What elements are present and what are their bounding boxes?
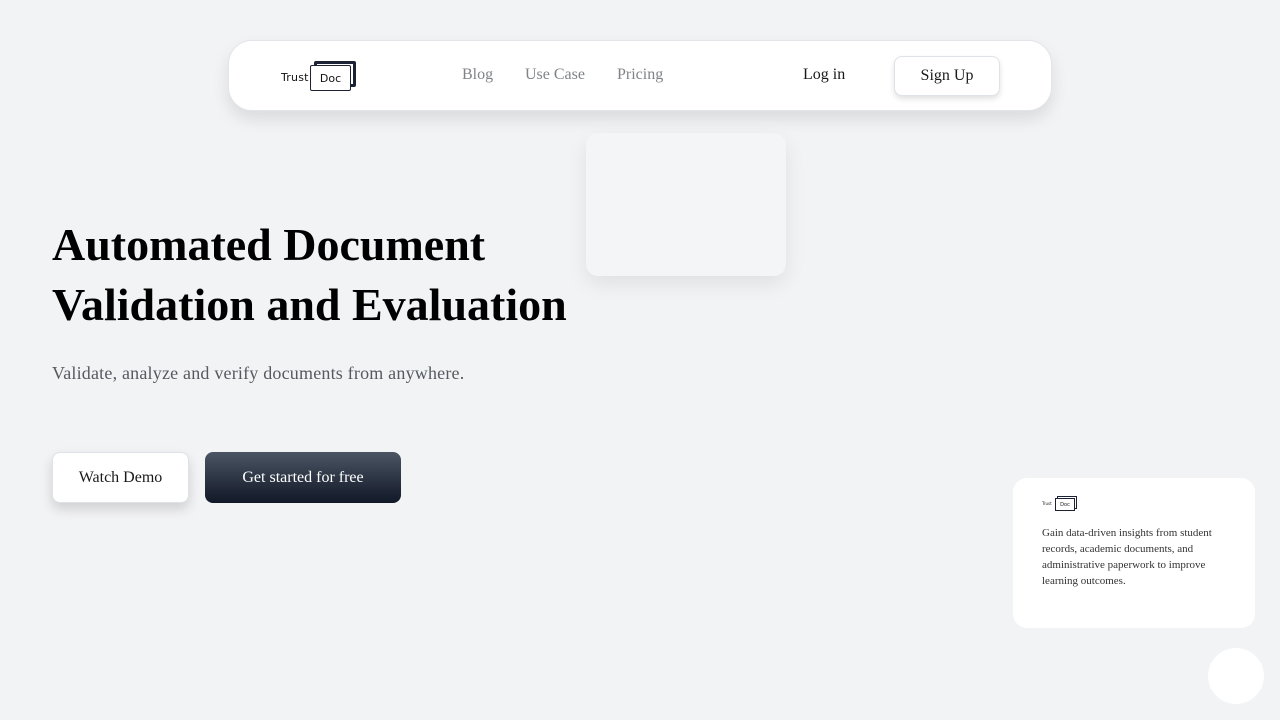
info-card-text: Gain data-driven insights from student r… bbox=[1042, 527, 1212, 587]
hero-subtitle: Validate, analyze and verify documents f… bbox=[52, 363, 465, 383]
signup-button[interactable]: Sign Up bbox=[894, 56, 1000, 96]
logo-text: Trust bbox=[281, 71, 309, 84]
navbar: Trust Doc Blog Use Case Pricing Log in S… bbox=[228, 40, 1052, 111]
info-card-logo: Trust Doc bbox=[1042, 496, 1082, 512]
watch-demo-button[interactable]: Watch Demo bbox=[52, 452, 189, 503]
info-card-logo-text: Trust bbox=[1042, 501, 1052, 506]
info-card: Trust Doc Gain data-driven insights from… bbox=[1013, 478, 1255, 628]
media-placeholder-card bbox=[586, 133, 786, 276]
nav-link-blog[interactable]: Blog bbox=[462, 66, 493, 84]
nav-link-use-case[interactable]: Use Case bbox=[525, 66, 585, 84]
get-started-button[interactable]: Get started for free bbox=[205, 452, 401, 503]
trustdoc-logo[interactable]: Trust Doc bbox=[281, 61, 361, 93]
login-link[interactable]: Log in bbox=[803, 66, 845, 84]
info-card-logo-box-text: Doc bbox=[1055, 498, 1075, 511]
logo-box-text: Doc bbox=[310, 65, 351, 91]
nav-link-pricing[interactable]: Pricing bbox=[617, 66, 663, 84]
chat-launcher-button[interactable] bbox=[1208, 648, 1264, 704]
hero-title: Automated Document Validation and Evalua… bbox=[52, 219, 567, 330]
